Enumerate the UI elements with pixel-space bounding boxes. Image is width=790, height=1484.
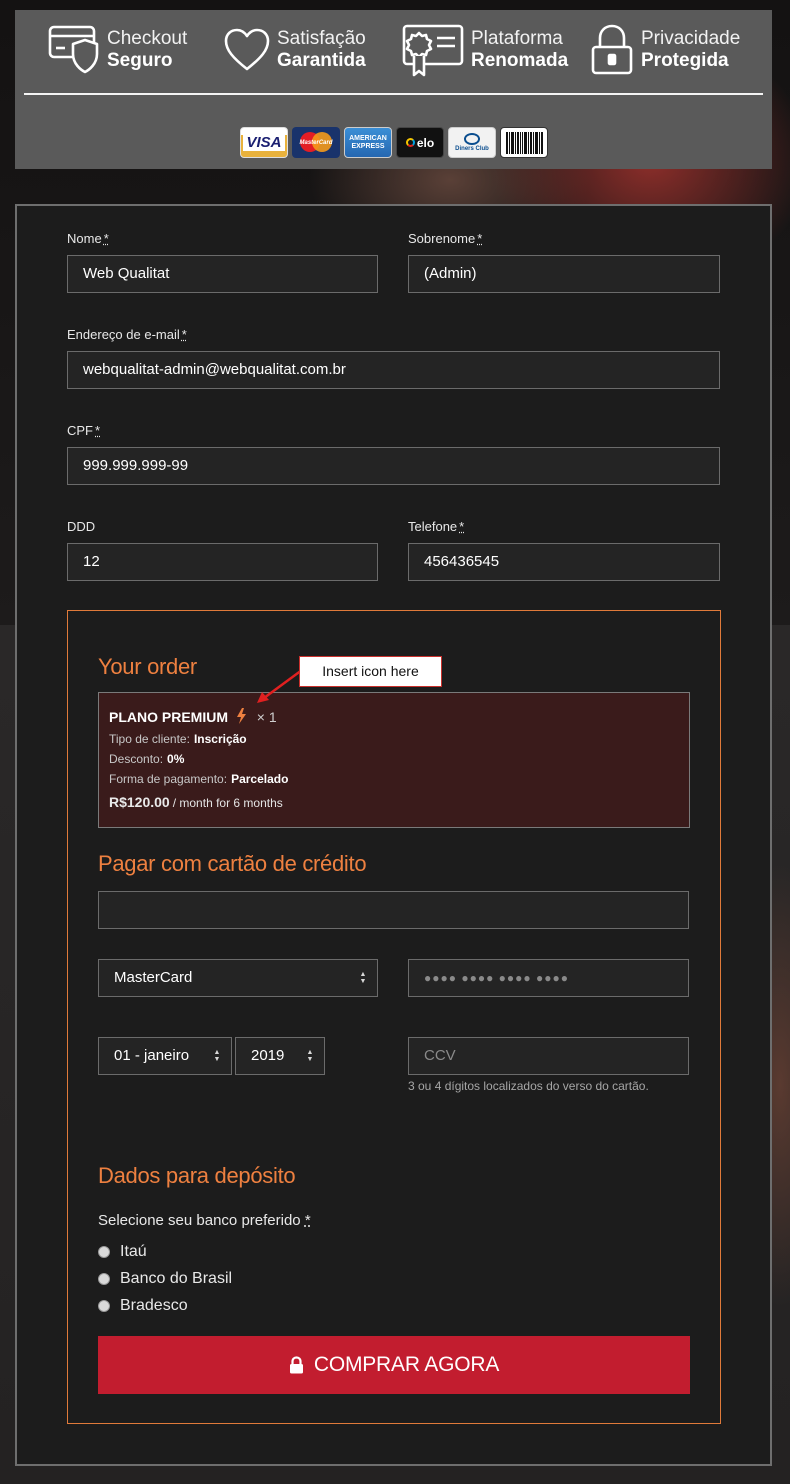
amex-card-icon: AMERICAN EXPRESS — [344, 127, 392, 158]
radio-button[interactable] — [98, 1246, 110, 1258]
card-brand-select[interactable]: MasterCard ▲ ▼ — [98, 959, 378, 997]
bank-option-label: Itaú — [120, 1243, 147, 1260]
phone-label: Telefone * — [408, 519, 465, 534]
bank-option-banco-do-brasil[interactable]: Banco do Brasil — [98, 1270, 232, 1288]
visa-card-icon: VISA — [240, 127, 288, 158]
bank-option-itau[interactable]: Itaú — [98, 1243, 147, 1261]
deposit-title: Dados para depósito — [98, 1163, 296, 1188]
first-name-field[interactable]: Web Qualitat — [67, 255, 378, 293]
expiry-month-select[interactable]: 01 - janeiro ▲ ▼ — [98, 1037, 232, 1075]
payment-form-row: Forma de pagamento: Parcelado — [109, 772, 289, 786]
elo-card-icon: elo — [396, 127, 444, 158]
trust-bar: Checkout Seguro Satisfação Garantida Pla… — [15, 10, 772, 169]
padlock-icon — [591, 24, 633, 75]
payment-methods: VISA MasterCard AMERICAN EXPRESS elo Din… — [240, 127, 548, 159]
buy-now-label: COMPRAR AGORA — [313, 1353, 500, 1376]
heart-icon — [224, 28, 270, 71]
credit-card-shield-icon — [48, 25, 99, 74]
badge-line1: Satisfação — [277, 28, 366, 49]
select-arrows-icon: ▲ ▼ — [359, 971, 367, 985]
card-number-field[interactable]: ●●●● ●●●● ●●●● ●●●● — [408, 959, 689, 997]
radio-button[interactable] — [98, 1300, 110, 1312]
mastercard-card-icon: MasterCard — [292, 127, 340, 158]
client-type-row: Tipo de cliente: Inscrição — [109, 732, 247, 746]
trust-divider — [24, 93, 763, 95]
cpf-field[interactable]: 999.999.999-99 — [67, 447, 720, 485]
expiry-year-value: 2019 — [251, 1047, 285, 1064]
plan-line: PLANO PREMIUM × 1 — [109, 708, 277, 725]
order-payment-box: Your order PLANO PREMIUM × 1 Tipo de cli… — [67, 610, 721, 1424]
cvv-hint: 3 ou 4 dígitos localizados do verso do c… — [408, 1079, 649, 1093]
lightning-bolt-icon — [236, 708, 246, 724]
cpf-label: CPF * — [67, 423, 101, 438]
badge-privacidade-protegida: Privacidade Protegida — [589, 18, 740, 82]
bank-option-bradesco[interactable]: Bradesco — [98, 1297, 188, 1315]
cvv-field[interactable]: CCV — [408, 1037, 689, 1075]
bank-option-label: Bradesco — [120, 1297, 188, 1314]
email-field[interactable]: webqualitat-admin@webqualitat.com.br — [67, 351, 720, 389]
last-name-label: Sobrenome * — [408, 231, 483, 246]
annotation-arrow — [257, 668, 303, 703]
order-summary: PLANO PREMIUM × 1 Tipo de cliente: Inscri… — [98, 692, 690, 828]
card-holder-field[interactable] — [98, 891, 689, 929]
boleto-barcode-icon — [500, 127, 548, 158]
lock-icon — [289, 1356, 303, 1374]
badge-line2: Renomada — [471, 50, 569, 71]
badge-line1: Privacidade — [641, 28, 741, 49]
badge-line2: Protegida — [641, 50, 729, 71]
checkout-form: Nome * Web Qualitat Sobrenome * (Admin) En… — [15, 204, 772, 1466]
your-order-title: Your order — [98, 654, 197, 679]
plan-quantity: × 1 — [256, 709, 277, 725]
discount-row: Desconto: 0% — [109, 752, 185, 766]
badge-line1: Plataforma — [471, 28, 563, 49]
radio-button[interactable] — [98, 1273, 110, 1285]
buy-now-button[interactable]: COMPRAR AGORA — [98, 1336, 690, 1394]
card-brand-value: MasterCard — [114, 969, 193, 986]
badge-line2: Garantida — [277, 50, 366, 71]
first-name-label: Nome * — [67, 231, 109, 246]
phone-field[interactable]: 456436545 — [408, 543, 720, 581]
expiry-month-value: 01 - janeiro — [114, 1047, 190, 1064]
badge-checkout-seguro: Checkout Seguro — [47, 18, 187, 82]
select-arrows-icon: ▲ ▼ — [306, 1049, 314, 1063]
bank-prompt: Selecione seu banco preferido * — [98, 1212, 311, 1229]
last-name-field[interactable]: (Admin) — [408, 255, 720, 293]
badge-line2: Seguro — [107, 50, 173, 71]
badge-plataforma-renomada: Plataforma Renomada — [401, 18, 568, 82]
expiry-year-select[interactable]: 2019 ▲ ▼ — [235, 1037, 325, 1075]
ddd-label: DDD — [67, 519, 96, 534]
badge-satisfacao-garantida: Satisfação Garantida — [223, 18, 366, 82]
certificate-icon — [402, 24, 464, 77]
card-payment-title: Pagar com cartão de crédito — [98, 851, 367, 876]
annotation-callout: Insert icon here — [299, 656, 442, 687]
select-arrows-icon: ▲ ▼ — [213, 1049, 221, 1063]
plan-name: PLANO PREMIUM — [109, 709, 228, 725]
diners-card-icon: Diners Club — [448, 127, 496, 158]
bank-option-label: Banco do Brasil — [120, 1270, 233, 1287]
ddd-field[interactable]: 12 — [67, 543, 378, 581]
email-label: Endereço de e-mail * — [67, 327, 187, 342]
plan-price: R$120.00/ month for 6 months — [109, 794, 283, 810]
badge-line1: Checkout — [107, 28, 188, 49]
